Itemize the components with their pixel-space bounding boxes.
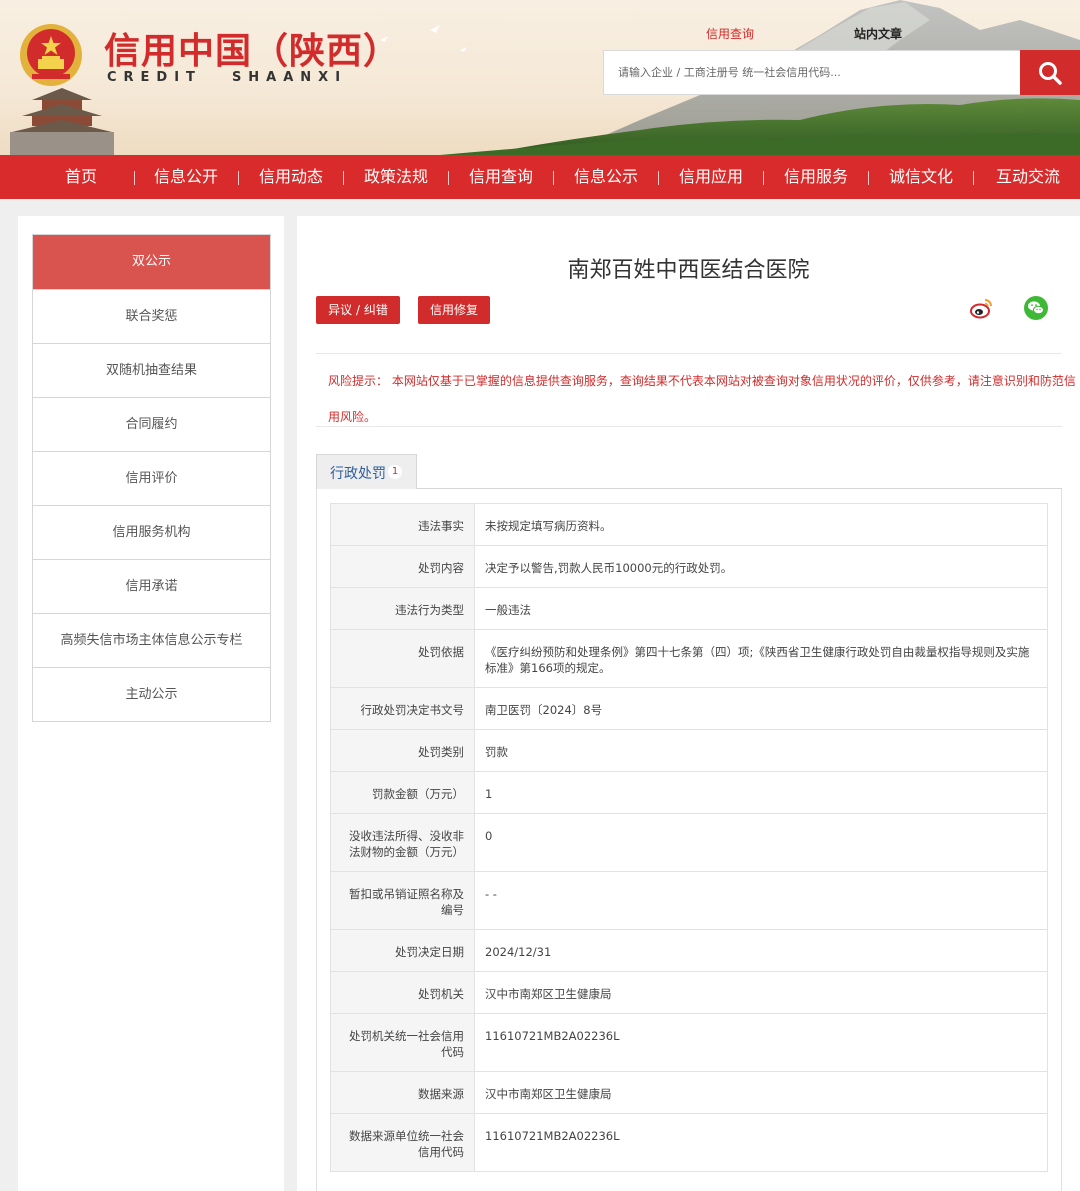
nav-info-publicity[interactable]: 信息公示 [568,155,644,199]
site-title-en: CREDIT SHAANXI [107,70,348,85]
field-value: - - [474,871,1048,930]
table-row: 暂扣或吊销证照名称及编号 - - [330,871,1048,930]
risk-notice-line: 风险提示： 本网站仅基于已掌握的信息提供查询服务，查询结果不代表本网站对被查询对… [328,374,1076,388]
field-value: 11610721MB2A02236L [474,1013,1048,1072]
table-row: 处罚类别 罚款 [330,729,1048,772]
search-tab-articles[interactable]: 站内文章 [854,25,902,42]
search-tabs: 信用查询 站内文章 [706,25,926,41]
sidebar-item-credit-commitment[interactable]: 信用承诺 [33,559,270,613]
table-row: 违法行为类型 一般违法 [330,587,1048,630]
sidebar-item-joint-reward-punish[interactable]: 联合奖惩 [33,289,270,343]
field-value: 《医疗纠纷预防和处理条例》第四十七条第（四）项;《陕西省卫生健康行政处罚自由裁量… [474,629,1048,688]
nav-divider [658,171,659,185]
nav-divider [343,171,344,185]
page-title: 南郑百姓中西医结合医院 [567,258,810,283]
search-button[interactable] [1020,50,1080,95]
field-label: 处罚决定日期 [330,929,475,972]
field-value: 0 [474,813,1048,872]
sidebar-item-dishonest-entities[interactable]: 高频失信市场主体信息公示专栏 [33,613,270,667]
field-label: 数据来源 [330,1071,475,1114]
nav-policy[interactable]: 政策法规 [358,155,434,199]
table-row: 行政处罚决定书文号 南卫医罚〔2024〕8号 [330,687,1048,730]
field-label: 罚款金额（万元） [330,771,475,814]
field-value: 一般违法 [474,587,1048,630]
nav-credit-apply[interactable]: 信用应用 [673,155,749,199]
national-emblem-icon [20,24,82,86]
field-label: 数据来源单位统一社会信用代码 [330,1113,475,1172]
sidebar-item-double-publicity[interactable]: 双公示 [33,235,270,289]
search-box [603,50,1021,95]
sidebar-item-credit-evaluation[interactable]: 信用评价 [33,451,270,505]
field-value: 罚款 [474,729,1048,772]
field-value: 2024/12/31 [474,929,1048,972]
risk-notice: 风险提示： 本网站仅基于已掌握的信息提供查询服务，查询结果不代表本网站对被查询对… [316,353,1076,427]
nav-info-open[interactable]: 信息公开 [148,155,224,199]
wechat-icon[interactable] [1023,295,1049,321]
nav-divider [973,171,974,185]
site-header: 信用中国（陕西） CREDIT SHAANXI 信用查询 站内文章 [0,0,1080,155]
field-value: 决定予以警告,罚款人民币10000元的行政处罚。 [474,545,1048,588]
nav-home[interactable]: 首页 [48,155,114,199]
sidebar-item-contract[interactable]: 合同履约 [33,397,270,451]
nav-credit-query[interactable]: 信用查询 [463,155,539,199]
table-row: 处罚依据 《医疗纠纷预防和处理条例》第四十七条第（四）项;《陕西省卫生健康行政处… [330,629,1048,688]
penalty-detail-table: 违法事实 未按规定填写病历资料。 处罚内容 决定予以警告,罚款人民币10000元… [330,503,1048,1172]
nav-divider [238,171,239,185]
sidebar-item-active-publicity[interactable]: 主动公示 [33,667,270,721]
table-row: 违法事实 未按规定填写病历资料。 [330,503,1048,546]
field-label: 暂扣或吊销证照名称及编号 [330,871,475,930]
field-label: 处罚内容 [330,545,475,588]
field-value: 南卫医罚〔2024〕8号 [474,687,1048,730]
field-label: 违法事实 [330,503,475,546]
search-icon [1039,61,1062,85]
search-tab-credit[interactable]: 信用查询 [706,25,754,42]
tab-label: 行政处罚 [330,466,386,482]
field-label: 行政处罚决定书文号 [330,687,475,730]
field-label: 处罚类别 [330,729,475,772]
sidebar-menu: 双公示 联合奖惩 双随机抽查结果 合同履约 信用评价 信用服务机构 信用承诺 高… [32,234,271,722]
field-label: 没收违法所得、没收非法财物的金额（万元） [330,813,475,872]
nav-divider [763,171,764,185]
nav-divider [868,171,869,185]
field-value: 11610721MB2A02236L [474,1113,1048,1172]
pagoda-graphic [10,88,114,155]
field-label: 处罚依据 [330,629,475,688]
table-row: 处罚机关统一社会信用代码 11610721MB2A02236L [330,1013,1048,1072]
table-row: 没收违法所得、没收非法财物的金额（万元） 0 [330,813,1048,872]
table-row: 罚款金额（万元） 1 [330,771,1048,814]
sidebar-item-random-inspection[interactable]: 双随机抽查结果 [33,343,270,397]
nav-divider [134,171,135,185]
nav-divider [553,171,554,185]
table-row: 处罚决定日期 2024/12/31 [330,929,1048,972]
field-label: 处罚机关 [330,971,475,1014]
site-title: 信用中国（陕西） [104,30,401,72]
nav-integrity-culture[interactable]: 诚信文化 [883,155,959,199]
risk-notice-line: 用风险。 [328,410,377,424]
field-value: 1 [474,771,1048,814]
nav-credit-news[interactable]: 信用动态 [253,155,329,199]
objection-button[interactable]: 异议 / 纠错 [316,296,400,324]
table-row: 数据来源单位统一社会信用代码 11610721MB2A02236L [330,1113,1048,1172]
tab-count-badge: 1 [388,465,402,479]
nav-interaction[interactable]: 互动交流 [990,155,1066,199]
field-value: 未按规定填写病历资料。 [474,503,1048,546]
table-row: 处罚机关 汉中市南郑区卫生健康局 [330,971,1048,1014]
field-label: 处罚机关统一社会信用代码 [330,1013,475,1072]
weibo-icon[interactable] [968,295,994,321]
main-nav: 首页 信息公开 信用动态 政策法规 信用查询 信息公示 信用应用 信用服务 诚信… [0,155,1080,199]
field-value: 汉中市南郑区卫生健康局 [474,1071,1048,1114]
field-value: 汉中市南郑区卫生健康局 [474,971,1048,1014]
credit-repair-button[interactable]: 信用修复 [418,296,490,324]
sidebar-item-credit-service-agency[interactable]: 信用服务机构 [33,505,270,559]
table-row: 处罚内容 决定予以警告,罚款人民币10000元的行政处罚。 [330,545,1048,588]
nav-divider [448,171,449,185]
search-input[interactable] [604,51,1020,94]
nav-credit-service[interactable]: 信用服务 [778,155,854,199]
field-label: 违法行为类型 [330,587,475,630]
table-row: 数据来源 汉中市南郑区卫生健康局 [330,1071,1048,1114]
